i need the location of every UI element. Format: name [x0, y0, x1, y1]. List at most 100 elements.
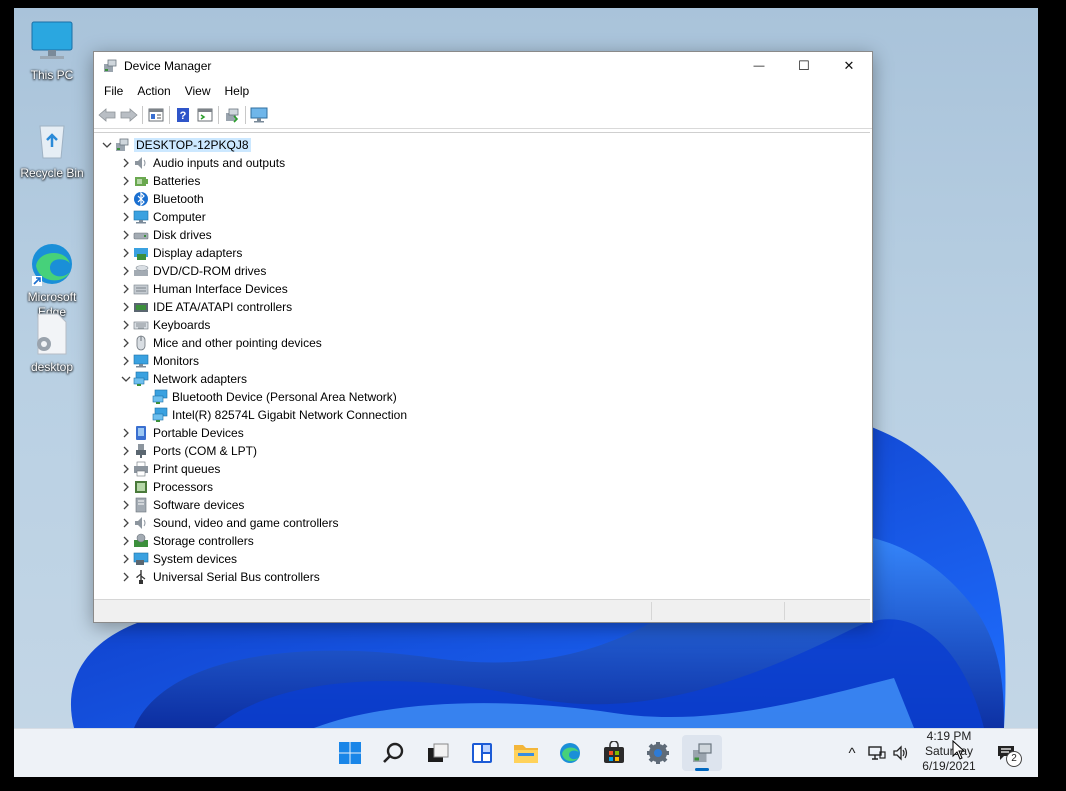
tree-category-node[interactable]: System devices — [119, 550, 237, 568]
desktop-icon-edge[interactable]: Microsoft Edge — [14, 210, 90, 320]
tree-category-node[interactable]: Processors — [119, 478, 213, 496]
chevron-right-icon[interactable] — [119, 514, 133, 532]
tree-category-node[interactable]: IDE ATA/ATAPI controllers — [119, 298, 292, 316]
tree-node-label: Bluetooth — [153, 192, 204, 206]
device-tree[interactable]: DESKTOP-12PKQJ8 Audio inputs and outputs B… — [94, 132, 870, 598]
tree-category-node[interactable]: Bluetooth — [119, 190, 204, 208]
chevron-right-icon[interactable] — [119, 460, 133, 478]
chevron-right-icon[interactable] — [119, 568, 133, 586]
tree-category-node[interactable]: Batteries — [119, 172, 200, 190]
tree-category-node[interactable]: Mice and other pointing devices — [119, 334, 322, 352]
menu-file[interactable]: File — [97, 80, 130, 102]
chevron-right-icon[interactable] — [119, 190, 133, 208]
view-button[interactable] — [194, 104, 216, 126]
tree-category-node[interactable]: Sound, video and game controllers — [119, 514, 338, 532]
start-button[interactable] — [330, 735, 370, 771]
clock-day: Saturday — [924, 744, 974, 758]
chevron-right-icon[interactable] — [119, 208, 133, 226]
task-view-icon — [428, 743, 449, 762]
chevron-right-icon[interactable] — [119, 172, 133, 190]
tree-category-node[interactable]: Portable Devices — [119, 424, 244, 442]
menu-help[interactable]: Help — [218, 80, 257, 102]
task-view-button[interactable] — [418, 735, 458, 771]
chevron-down-icon[interactable] — [100, 136, 114, 154]
back-button[interactable] — [96, 104, 118, 126]
tree-category-node[interactable]: DVD/CD-ROM drives — [119, 262, 266, 280]
notification-count-badge: 2 — [1006, 751, 1022, 767]
tree-category-node[interactable]: Ports (COM & LPT) — [119, 442, 257, 460]
storage-controller-icon — [133, 533, 149, 549]
chevron-right-icon[interactable] — [119, 280, 133, 298]
tree-node-label: Intel(R) 82574L Gigabit Network Connecti… — [172, 408, 408, 422]
properties-button[interactable] — [145, 104, 167, 126]
desktop-icon-recycle-bin[interactable]: Recycle Bin — [14, 116, 90, 181]
widgets-button[interactable] — [462, 735, 502, 771]
tree-root-node[interactable]: DESKTOP-12PKQJ8 — [100, 136, 251, 154]
tree-node-label: Computer — [153, 210, 206, 224]
tree-category-node[interactable]: Human Interface Devices — [119, 280, 288, 298]
tree-category-node[interactable]: Computer — [119, 208, 206, 226]
store-button[interactable] — [594, 735, 634, 771]
settings-button[interactable] — [638, 735, 678, 771]
tree-category-node[interactable]: Monitors — [119, 352, 199, 370]
chevron-right-icon[interactable] — [119, 226, 133, 244]
chevron-right-icon[interactable] — [119, 316, 133, 334]
chevron-right-icon[interactable] — [119, 550, 133, 568]
chevron-down-icon[interactable] — [119, 370, 133, 388]
tree-node-label: Sound, video and game controllers — [153, 516, 339, 530]
maximize-button[interactable]: ☐ — [781, 52, 827, 80]
tree-device-node[interactable]: Bluetooth Device (Personal Area Network) — [138, 388, 397, 406]
chevron-right-icon[interactable] — [119, 154, 133, 172]
tree-category-node[interactable]: Keyboards — [119, 316, 210, 334]
close-button[interactable]: ✕ — [826, 52, 872, 80]
tree-device-node[interactable]: Intel(R) 82574L Gigabit Network Connecti… — [138, 406, 407, 424]
start-icon — [339, 742, 361, 764]
desktop-icon-this-pc[interactable]: This PC — [14, 18, 90, 83]
tree-category-node[interactable]: Storage controllers — [119, 532, 254, 550]
monitor-icon — [133, 353, 149, 369]
tree-category-node[interactable]: Software devices — [119, 496, 244, 514]
status-bar-divider — [651, 602, 652, 620]
chevron-right-icon[interactable] — [119, 262, 133, 280]
menu-bar: File Action View Help — [94, 80, 872, 102]
clock[interactable]: 4:19 PM Saturday 6/19/2021 — [914, 729, 984, 774]
tree-category-node[interactable]: Universal Serial Bus controllers — [119, 568, 320, 586]
search-button[interactable] — [374, 735, 414, 771]
forward-button[interactable] — [118, 104, 140, 126]
show-hidden-icons-button[interactable]: ^ — [842, 741, 862, 765]
edge-taskbar-button[interactable] — [550, 735, 590, 771]
tree-category-node[interactable]: Network adapters — [119, 370, 247, 388]
chevron-right-icon[interactable] — [119, 352, 133, 370]
chevron-right-icon[interactable] — [119, 244, 133, 262]
chevron-right-icon[interactable] — [119, 442, 133, 460]
title-bar[interactable]: Device Manager — ☐ ✕ — [94, 52, 872, 80]
tree-category-node[interactable]: Disk drives — [119, 226, 212, 244]
scan-hardware-button[interactable] — [248, 104, 270, 126]
tree-category-node[interactable]: Display adapters — [119, 244, 242, 262]
chevron-right-icon[interactable] — [119, 478, 133, 496]
minimize-button[interactable]: — — [736, 52, 782, 80]
network-tray-button[interactable] — [866, 741, 888, 765]
device-manager-taskbar-button[interactable] — [682, 735, 722, 771]
chevron-right-icon[interactable] — [119, 496, 133, 514]
portable-device-icon — [133, 425, 149, 441]
menu-view[interactable]: View — [178, 80, 218, 102]
update-driver-button[interactable] — [221, 104, 243, 126]
tree-category-node[interactable]: Print queues — [119, 460, 220, 478]
file-explorer-button[interactable] — [506, 735, 546, 771]
desktop-icon-desktop-file[interactable]: desktop — [14, 310, 90, 375]
volume-tray-button[interactable] — [890, 741, 912, 765]
help-button[interactable]: ? — [172, 104, 194, 126]
chevron-right-icon[interactable] — [119, 334, 133, 352]
device-manager-window[interactable]: Device Manager — ☐ ✕ File Action View He… — [93, 51, 873, 623]
menu-action[interactable]: Action — [130, 80, 177, 102]
chevron-right-icon[interactable] — [119, 532, 133, 550]
settings-icon — [647, 742, 669, 764]
chevron-right-icon[interactable] — [119, 298, 133, 316]
hid-icon — [133, 281, 149, 297]
notifications-button[interactable]: 2 — [992, 741, 1022, 767]
disk-drive-icon — [133, 227, 149, 243]
tree-category-node[interactable]: Audio inputs and outputs — [119, 154, 285, 172]
chevron-right-icon[interactable] — [119, 424, 133, 442]
mouse-cursor-icon — [952, 740, 966, 760]
